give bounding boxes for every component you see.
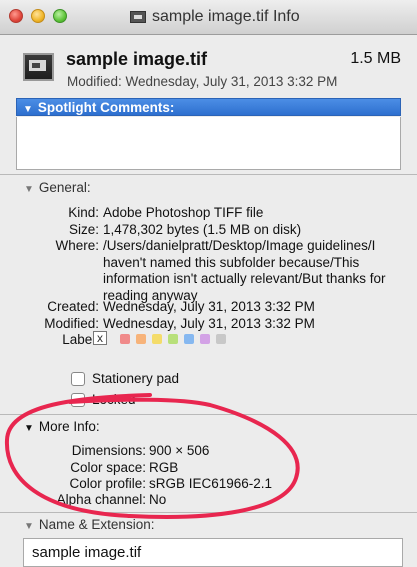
color-space-label: Color space:: [70, 460, 146, 475]
disclosure-triangle-icon[interactable]: ▼: [23, 104, 33, 115]
divider: [0, 174, 417, 175]
kind-value: Adobe Photoshop TIFF file: [103, 205, 264, 220]
label-color-swatch[interactable]: [152, 334, 162, 344]
color-profile-label: Color profile:: [69, 476, 146, 491]
label-color-swatch[interactable]: [200, 334, 210, 344]
disclosure-triangle-icon[interactable]: ▼: [24, 521, 34, 532]
name-extension-label: Name & Extension:: [38, 517, 155, 532]
info-window: sample image.tif Info sample image.tif 1…: [0, 0, 417, 567]
dimensions-value: 900 × 506: [149, 443, 210, 458]
name-extension-section-header[interactable]: ▼ Name & Extension:: [24, 517, 154, 532]
general-section-header[interactable]: ▼ General:: [24, 180, 91, 195]
locked-label: Locked: [92, 392, 136, 407]
size-value: 1,478,302 bytes (1.5 MB on disk): [103, 222, 302, 237]
modified-label: Modified:: [44, 316, 99, 331]
created-value: Wednesday, July 31, 2013 3:32 PM: [103, 299, 315, 314]
file-name: sample image.tif: [66, 49, 208, 69]
label-none-button[interactable]: x: [93, 331, 107, 345]
file-size: 1.5 MB: [350, 50, 401, 67]
name-extension-field[interactable]: sample image.tif: [23, 538, 403, 567]
dimensions-label: Dimensions:: [71, 443, 146, 458]
label-color-swatch[interactable]: [136, 334, 146, 344]
label-color-swatch[interactable]: [216, 334, 226, 344]
spotlight-comments-header[interactable]: ▼ Spotlight Comments:: [16, 98, 401, 116]
color-profile-value: sRGB IEC61966-2.1: [149, 476, 273, 491]
where-value-line: haven't named this subfolder because/Thi…: [103, 255, 360, 270]
kind-label: Kind:: [68, 205, 99, 220]
spotlight-comments-label: Spotlight Comments:: [37, 100, 175, 115]
more-info-section-header[interactable]: ▼ More Info:: [24, 419, 100, 434]
label-color-swatch[interactable]: [184, 334, 194, 344]
zoom-button[interactable]: [53, 9, 67, 23]
header-modified-date: Modified: Wednesday, July 31, 2013 3:32 …: [67, 74, 338, 89]
modified-value: Wednesday, July 31, 2013 3:32 PM: [103, 316, 315, 331]
label-color-swatch[interactable]: [120, 334, 130, 344]
where-label: Where:: [55, 238, 99, 253]
size-label: Size:: [68, 222, 99, 237]
alpha-channel-value: No: [149, 492, 167, 507]
color-space-value: RGB: [149, 460, 179, 475]
more-info-label: More Info:: [38, 419, 100, 434]
disclosure-triangle-icon[interactable]: ▼: [24, 184, 34, 195]
stationery-pad-label: Stationery pad: [92, 371, 180, 386]
general-label: General:: [38, 180, 91, 195]
minimize-button[interactable]: [31, 9, 45, 23]
file-header: sample image.tif 1.5 MB Modified: Wednes…: [0, 35, 417, 95]
spotlight-comments-field[interactable]: [16, 117, 401, 170]
window-title: sample image.tif Info: [152, 8, 300, 25]
label-color-swatch[interactable]: [168, 334, 178, 344]
created-label: Created:: [47, 299, 99, 314]
divider: [0, 414, 417, 415]
where-value-line: /Users/danielpratt/Desktop/Image guideli…: [103, 238, 376, 253]
title-bar[interactable]: sample image.tif Info: [0, 0, 417, 35]
close-button[interactable]: [9, 9, 23, 23]
divider: [0, 512, 417, 513]
alpha-channel-label: Alpha channel:: [56, 492, 146, 507]
disclosure-triangle-icon[interactable]: ▼: [24, 423, 34, 434]
where-value-line: information isn't actually relevant/But …: [103, 271, 386, 286]
tiff-file-icon: [130, 11, 146, 23]
locked-checkbox[interactable]: [71, 393, 85, 407]
stationery-pad-checkbox[interactable]: [71, 372, 85, 386]
tiff-file-icon: [23, 53, 54, 81]
